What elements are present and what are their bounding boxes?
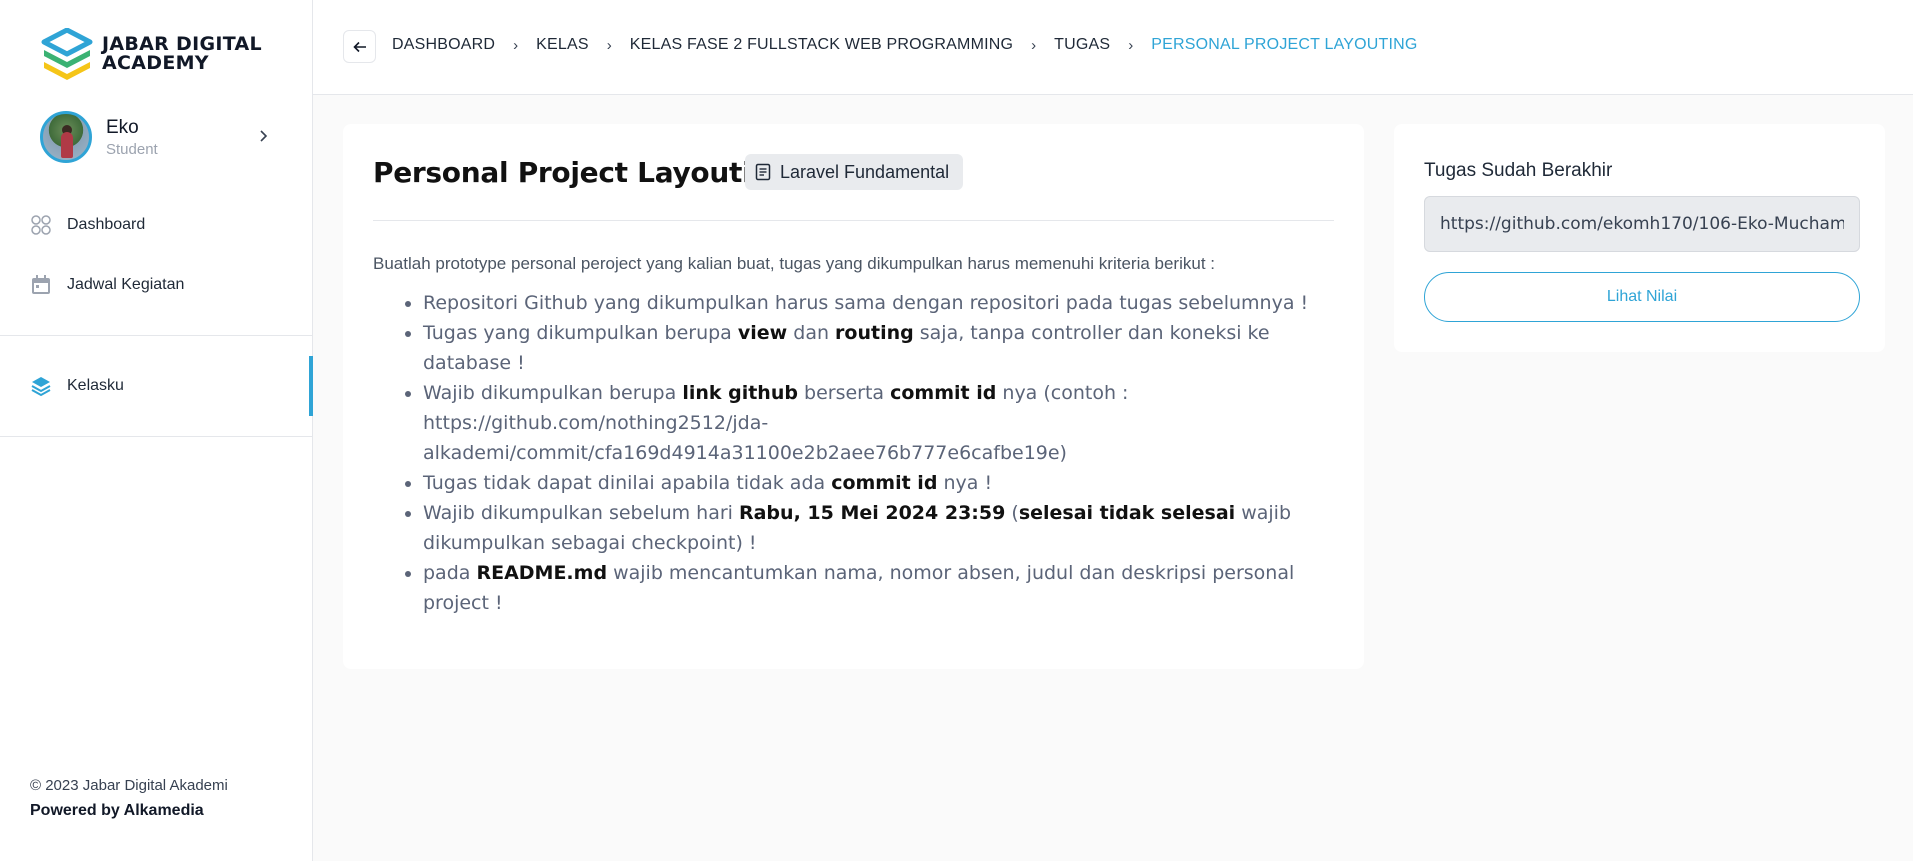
logo-text: JABAR DIGITAL ACADEMY	[102, 35, 262, 73]
profile-name: Eko	[106, 116, 139, 138]
list-item: pada README.md wajib mencantumkan nama, …	[423, 558, 1323, 618]
card-divider	[373, 220, 1334, 221]
logo-icon	[41, 28, 93, 80]
list-item: Wajib dikumpulkan sebelum hari Rabu, 15 …	[423, 498, 1323, 558]
breadcrumb: DASHBOARD › KELAS › KELAS FASE 2 FULLSTA…	[392, 36, 1418, 54]
list-item: Tugas tidak dapat dinilai apabila tidak …	[423, 468, 1323, 498]
sidebar: JABAR DIGITAL ACADEMY Eko Student Dashbo…	[0, 0, 313, 861]
sidebar-item-label: Kelasku	[67, 377, 124, 394]
calendar-icon	[32, 275, 50, 294]
footer-copyright: © 2023 Jabar Digital Akademi	[30, 777, 228, 794]
chevron-right-icon: ›	[1031, 36, 1037, 54]
chevron-right-icon	[256, 127, 270, 148]
breadcrumb-class-name[interactable]: KELAS FASE 2 FULLSTACK WEB PROGRAMMING	[630, 36, 1013, 54]
submission-link-field[interactable]	[1424, 196, 1860, 252]
task-detail-card: Personal Project Layouting Laravel Funda…	[343, 124, 1364, 669]
footer-powered-by: Powered by Alkamedia	[30, 802, 204, 819]
layers-icon	[31, 377, 51, 397]
chevron-right-icon: ›	[513, 36, 519, 54]
list-item: Tugas yang dikumpulkan berupa view dan r…	[423, 318, 1323, 378]
task-intro: Buatlah prototype personal peroject yang…	[373, 254, 1215, 273]
submission-card: Tugas Sudah Berakhir Lihat Nilai	[1394, 124, 1885, 352]
profile-card[interactable]: Eko Student	[40, 110, 270, 164]
requirement-list: Repositori Github yang dikumpulkan harus…	[423, 288, 1323, 618]
logo-line2: ACADEMY	[102, 52, 209, 74]
course-badge-label: Laravel Fundamental	[780, 161, 950, 182]
back-button[interactable]	[343, 30, 376, 63]
view-grade-button[interactable]: Lihat Nilai	[1424, 272, 1860, 322]
avatar	[40, 111, 92, 163]
sidebar-item-dashboard[interactable]: Dashboard	[0, 210, 313, 240]
chevron-right-icon: ›	[1128, 36, 1134, 54]
list-item: Wajib dikumpulkan berupa link github ber…	[423, 378, 1323, 468]
grid-icon	[31, 215, 51, 235]
arrow-left-icon	[352, 41, 366, 52]
sidebar-item-kelasku[interactable]: Kelasku	[0, 371, 313, 401]
logo[interactable]: JABAR DIGITAL ACADEMY	[40, 28, 262, 80]
sidebar-item-label: Jadwal Kegiatan	[67, 276, 185, 293]
breadcrumb-kelas[interactable]: KELAS	[536, 36, 589, 54]
sidebar-item-label: Dashboard	[67, 216, 146, 233]
active-indicator	[309, 356, 313, 416]
sidebar-divider	[0, 335, 313, 336]
topbar: DASHBOARD › KELAS › KELAS FASE 2 FULLSTA…	[313, 0, 1913, 95]
breadcrumb-dashboard[interactable]: DASHBOARD	[392, 36, 495, 54]
sidebar-item-jadwal[interactable]: Jadwal Kegiatan	[0, 270, 313, 300]
chevron-right-icon: ›	[606, 36, 612, 54]
course-badge: Laravel Fundamental	[745, 154, 964, 190]
list-item: Repositori Github yang dikumpulkan harus…	[423, 288, 1323, 318]
breadcrumb-tugas[interactable]: TUGAS	[1054, 36, 1110, 54]
sidebar-divider	[0, 436, 313, 437]
submission-status: Tugas Sudah Berakhir	[1424, 160, 1613, 181]
profile-role: Student	[106, 140, 158, 158]
document-icon	[755, 163, 771, 181]
task-title: Personal Project Layouting	[373, 156, 791, 189]
breadcrumb-current: PERSONAL PROJECT LAYOUTING	[1151, 36, 1418, 53]
